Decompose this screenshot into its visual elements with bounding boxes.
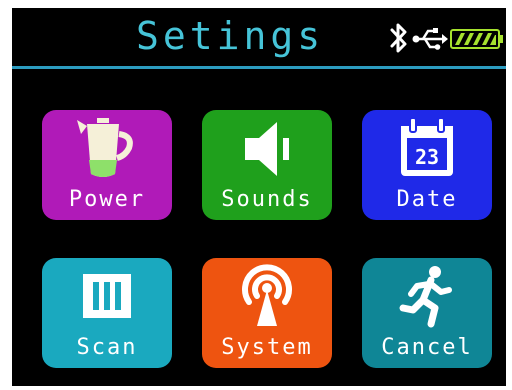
scan-label: Scan <box>76 335 138 360</box>
date-tile[interactable]: 23 Date <box>362 110 492 220</box>
cancel-label: Cancel <box>381 335 473 360</box>
status-icons <box>388 22 504 56</box>
broadcast-icon <box>242 264 292 326</box>
speaker-icon <box>245 122 289 176</box>
power-tile[interactable]: Power <box>42 110 172 220</box>
scan-tile[interactable]: Scan <box>42 258 172 368</box>
power-cup-icon <box>77 118 133 177</box>
power-label: Power <box>68 187 146 212</box>
battery-icon <box>450 29 503 49</box>
device-screen: Setings Power Sounds 23 Date Scan System… <box>12 8 506 386</box>
system-tile[interactable]: System <box>202 258 332 368</box>
usb-icon <box>412 28 448 50</box>
scan-grid-icon <box>83 274 131 318</box>
sounds-tile[interactable]: Sounds <box>202 110 332 220</box>
calendar-day-text: 23 <box>415 145 439 169</box>
system-label: System <box>221 335 313 360</box>
bluetooth-icon <box>390 23 407 53</box>
page-title: Setings <box>136 14 325 58</box>
calendar-icon: 23 <box>401 117 453 176</box>
date-label: Date <box>396 187 458 212</box>
sounds-label: Sounds <box>221 187 313 212</box>
running-man-icon <box>399 266 452 328</box>
cancel-tile[interactable]: Cancel <box>362 258 492 368</box>
header-bar: Setings <box>12 8 506 69</box>
header-divider <box>12 66 506 69</box>
